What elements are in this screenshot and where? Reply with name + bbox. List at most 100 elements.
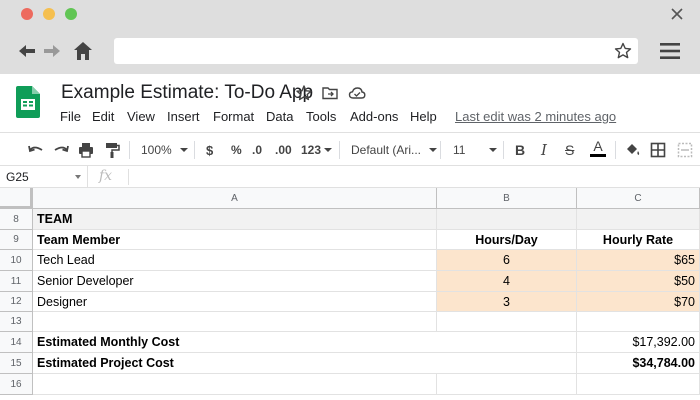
back-arrow-icon[interactable]	[16, 40, 38, 62]
minimize-window-button[interactable]	[43, 8, 55, 20]
cell-c14[interactable]: $17,392.00	[577, 332, 700, 353]
menu-tools[interactable]: Tools	[306, 109, 336, 124]
merge-cells-button[interactable]	[677, 141, 693, 159]
cell-a8[interactable]: TEAM	[33, 209, 437, 230]
row-header[interactable]: 14	[0, 332, 33, 353]
text-color-swatch	[590, 154, 606, 157]
address-bar[interactable]	[114, 38, 638, 64]
text-color-button[interactable]: A	[590, 138, 606, 162]
chevron-down-icon	[75, 175, 81, 179]
select-all-corner[interactable]	[0, 188, 33, 209]
cell-a15[interactable]: Estimated Project Cost	[33, 353, 577, 374]
cell-c11[interactable]: $50	[577, 271, 700, 292]
borders-button[interactable]	[650, 141, 666, 159]
cell-c13[interactable]	[577, 312, 700, 332]
format-percent-button[interactable]: %	[231, 141, 242, 159]
strikethrough-button[interactable]: S	[565, 141, 574, 159]
menu-edit[interactable]: Edit	[92, 109, 114, 124]
home-icon[interactable]	[72, 40, 94, 62]
format-currency-button[interactable]: $	[206, 141, 213, 159]
bookmark-star-icon[interactable]	[614, 42, 632, 60]
menu-file[interactable]: File	[60, 109, 81, 124]
cell-c12[interactable]: $70	[577, 292, 700, 312]
cloud-saved-icon[interactable]	[348, 84, 366, 102]
cell-c9[interactable]: Hourly Rate	[577, 230, 700, 250]
document-title[interactable]: Example Estimate: To-Do App	[61, 82, 313, 104]
toolbar-divider	[339, 141, 340, 159]
google-sheets-logo-icon[interactable]	[16, 86, 40, 118]
more-formats-select[interactable]: 123	[301, 141, 333, 159]
menu-format[interactable]: Format	[213, 109, 254, 124]
font-family-select[interactable]: Default (Ari...	[351, 141, 438, 159]
row-header[interactable]: 11	[0, 271, 33, 292]
cell-b11[interactable]: 4	[437, 271, 577, 292]
zoom-select[interactable]: 100%	[141, 141, 188, 159]
name-box-value: G25	[6, 170, 29, 184]
row-header[interactable]: 13	[0, 312, 33, 332]
cell-c16[interactable]	[577, 374, 700, 395]
toolbar-divider	[194, 141, 195, 159]
cell-c15[interactable]: $34,784.00	[577, 353, 700, 374]
cell-a16[interactable]	[33, 374, 437, 395]
chevron-down-icon	[429, 148, 438, 152]
formula-divider	[128, 169, 129, 185]
cell-a12[interactable]: Designer	[33, 292, 437, 312]
font-size-select[interactable]: 11	[453, 141, 498, 159]
cell-a9[interactable]: Team Member	[33, 230, 437, 250]
row-header[interactable]: 15	[0, 353, 33, 374]
maximize-window-button[interactable]	[65, 8, 77, 20]
cell-b10[interactable]: 6	[437, 250, 577, 271]
zoom-value: 100%	[141, 143, 172, 157]
close-window-button[interactable]	[21, 8, 33, 20]
menu-add-ons[interactable]: Add-ons	[350, 109, 398, 124]
cell-c8[interactable]	[577, 209, 700, 230]
close-icon[interactable]	[668, 5, 686, 23]
cell-b12[interactable]: 3	[437, 292, 577, 312]
hamburger-menu-icon[interactable]	[659, 41, 681, 61]
cell-a10[interactable]: Tech Lead	[33, 250, 437, 271]
bold-button[interactable]: B	[515, 141, 525, 159]
toolbar-divider	[503, 141, 504, 159]
row-header[interactable]: 12	[0, 292, 33, 312]
toolbar-divider	[615, 141, 616, 159]
redo-button[interactable]	[52, 141, 70, 159]
borders-icon	[650, 142, 666, 158]
cell-a11[interactable]: Senior Developer	[33, 271, 437, 292]
menu-view[interactable]: View	[127, 109, 155, 124]
sheets-header: Example Estimate: To-Do App File Edit Vi…	[0, 74, 700, 132]
forward-arrow-icon[interactable]	[41, 40, 63, 62]
redo-icon	[54, 145, 69, 153]
menu-help[interactable]: Help	[410, 109, 437, 124]
cell-a14[interactable]: Estimated Monthly Cost	[33, 332, 577, 353]
cell-b8[interactable]	[437, 209, 577, 230]
column-header-c[interactable]: C	[577, 188, 700, 209]
name-box[interactable]: G25	[0, 166, 88, 187]
row-header[interactable]: 9	[0, 230, 33, 250]
cell-b16[interactable]	[437, 374, 577, 395]
cell-b9[interactable]: Hours/Day	[437, 230, 577, 250]
print-button[interactable]	[77, 141, 95, 159]
chevron-down-icon	[179, 148, 188, 152]
row-header[interactable]: 10	[0, 250, 33, 271]
undo-button[interactable]	[27, 141, 45, 159]
italic-button[interactable]: I	[541, 141, 547, 159]
paint-format-button[interactable]	[103, 141, 121, 159]
cell-c10[interactable]: $65	[577, 250, 700, 271]
font-size-value: 11	[453, 143, 466, 157]
cell-b13[interactable]	[437, 312, 577, 332]
move-to-folder-icon[interactable]	[321, 84, 339, 102]
row-header[interactable]: 16	[0, 374, 33, 395]
fill-color-button[interactable]	[623, 141, 641, 159]
menu-insert[interactable]: Insert	[167, 109, 200, 124]
column-header-b[interactable]: B	[437, 188, 577, 209]
chevron-down-icon	[324, 148, 333, 152]
decrease-decimal-button[interactable]: .0	[252, 141, 262, 159]
toolbar-divider	[440, 141, 441, 159]
star-icon[interactable]	[295, 84, 313, 102]
last-edit-link[interactable]: Last edit was 2 minutes ago	[455, 109, 616, 124]
column-header-a[interactable]: A	[33, 188, 437, 209]
increase-decimal-button[interactable]: .00	[275, 141, 292, 159]
row-header[interactable]: 8	[0, 209, 33, 230]
cell-a13[interactable]	[33, 312, 437, 332]
menu-data[interactable]: Data	[266, 109, 293, 124]
